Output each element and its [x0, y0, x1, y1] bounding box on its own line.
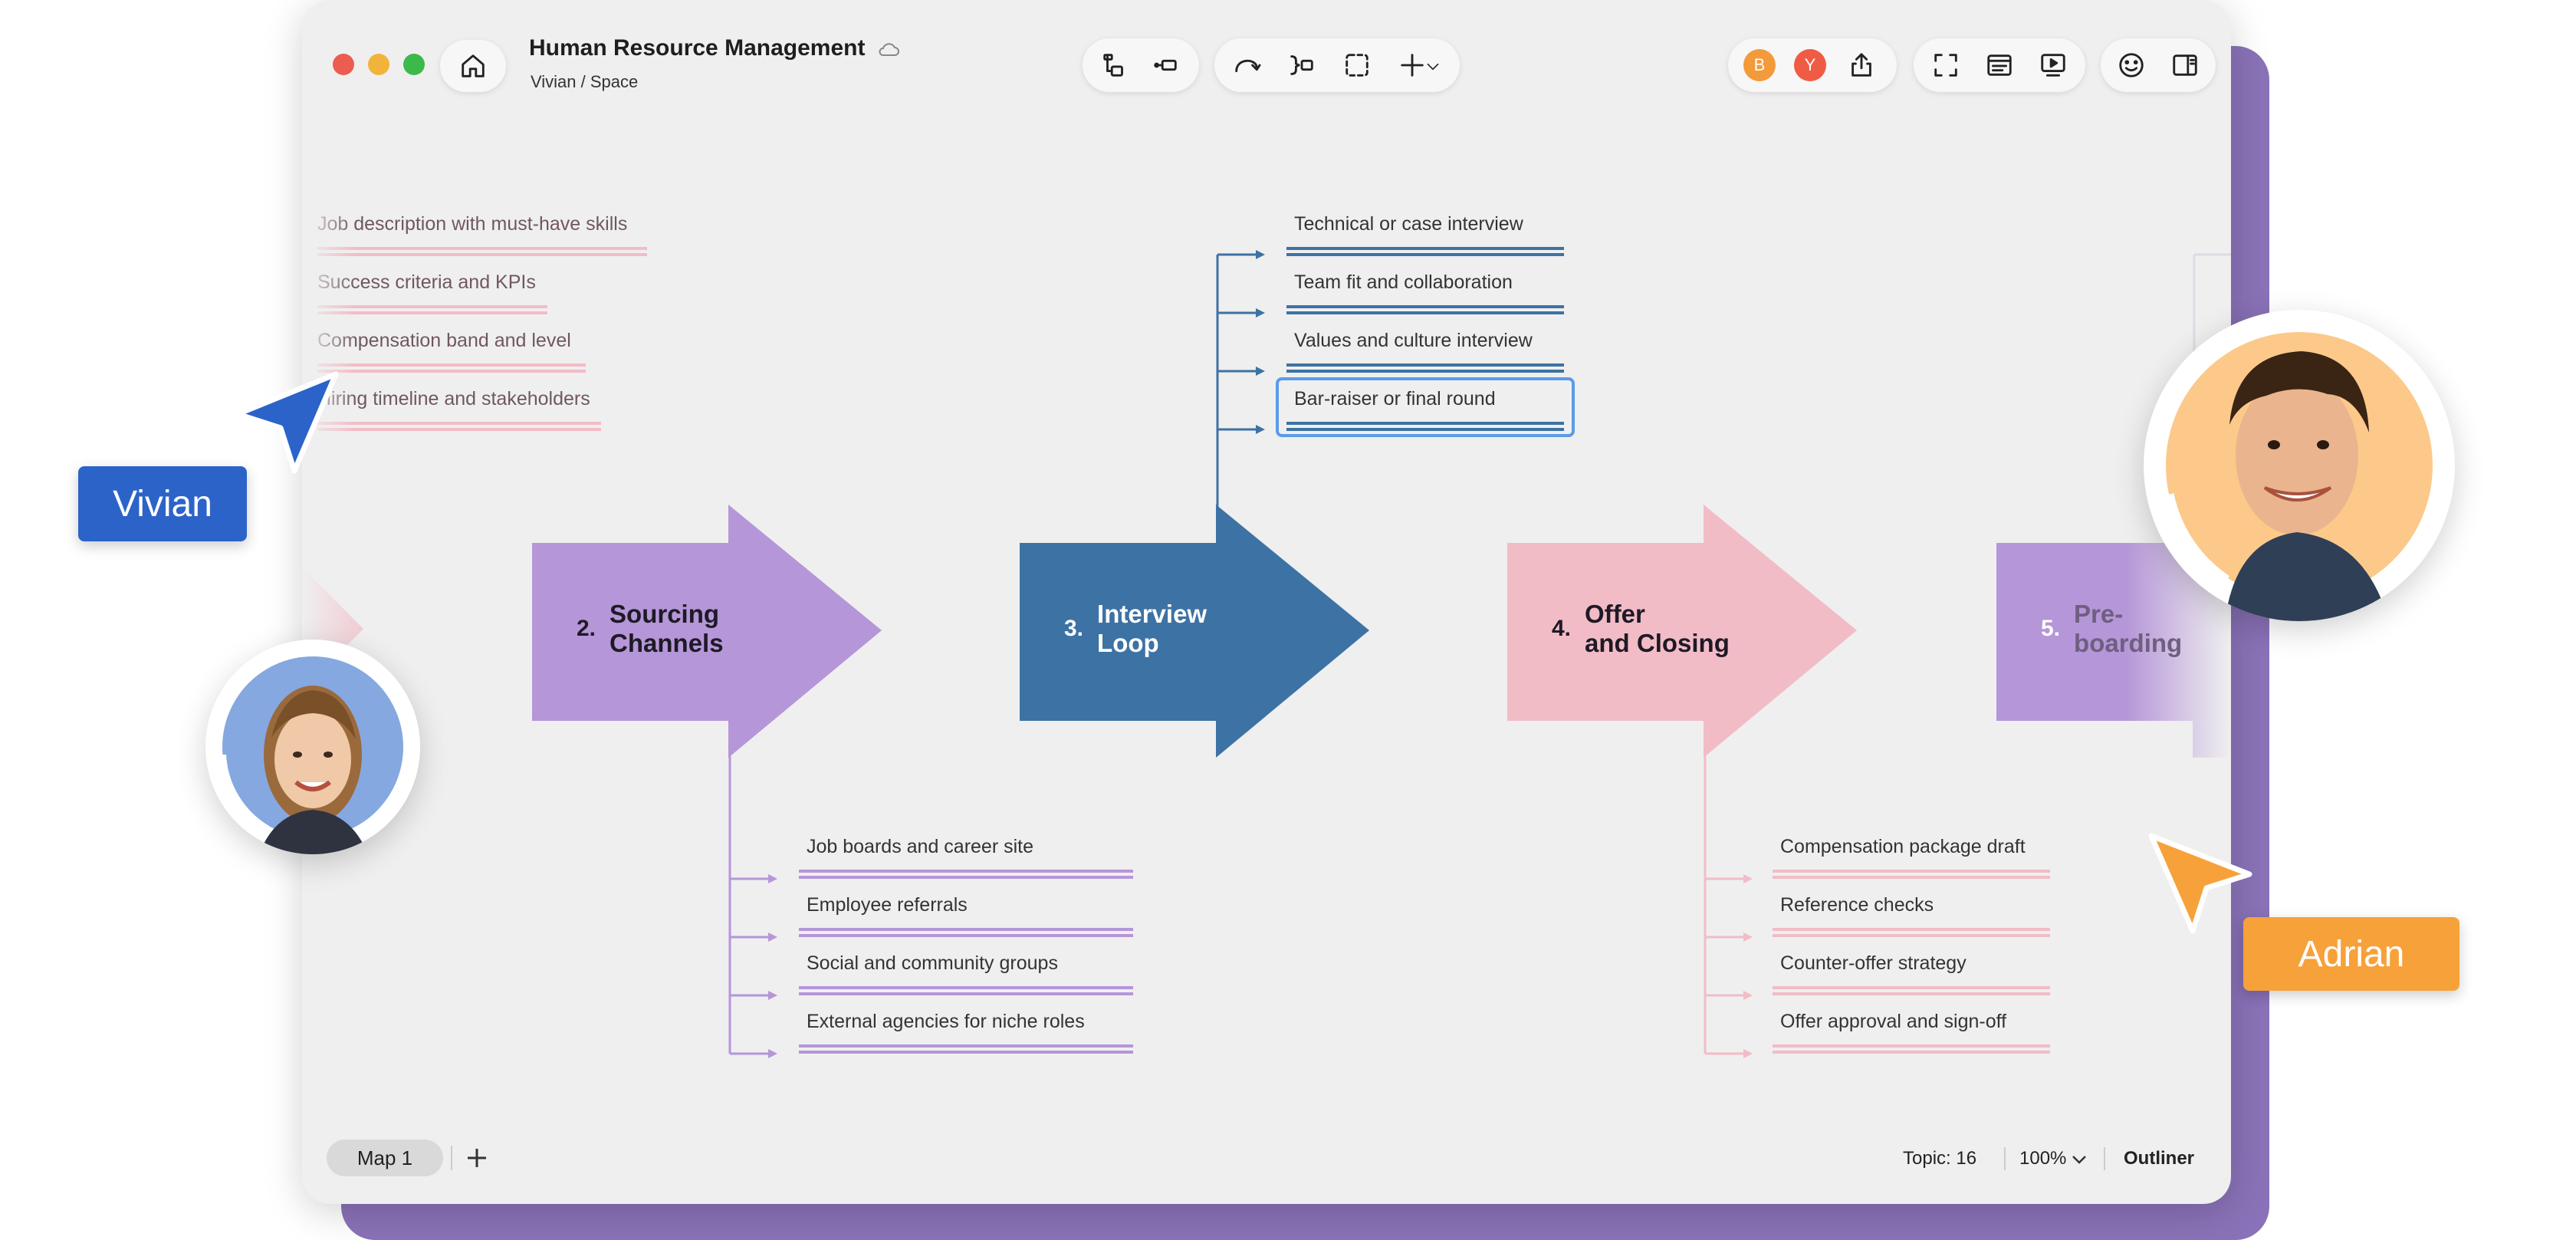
outliner-button[interactable]: Outliner — [2124, 1148, 2194, 1169]
stage-title-line: Interview — [1097, 600, 1208, 628]
topic-underline — [1773, 1051, 2050, 1054]
status-divider — [2104, 1147, 2105, 1170]
topic-underline — [1773, 876, 2050, 879]
topic-underline — [799, 1044, 1133, 1048]
stage-number: 2. — [577, 616, 596, 641]
stage-number: 4. — [1552, 616, 1572, 641]
topic-node[interactable]: Offer approval and sign-off — [1780, 1011, 2006, 1033]
topic-underline — [799, 992, 1133, 995]
stage-3-label[interactable]: 3. Interview Loop — [1064, 600, 1207, 658]
stage-title-line: boarding — [2074, 629, 2183, 657]
tab-divider — [451, 1146, 452, 1170]
topic-underline — [799, 870, 1133, 873]
topic-underline — [799, 986, 1133, 989]
sheet-tab[interactable]: Map 1 — [327, 1140, 443, 1176]
vivian-cursor — [235, 371, 339, 474]
adrian-cursor — [2148, 833, 2252, 934]
stage-title-line: Pre- — [2074, 600, 2124, 628]
adrian-name-tag: Adrian — [2243, 917, 2459, 991]
topic-underline — [799, 1051, 1133, 1054]
topic-node[interactable]: External agencies for niche roles — [807, 1011, 1085, 1033]
topic-underline — [799, 876, 1133, 879]
topic-node[interactable]: Counter-offer strategy — [1780, 952, 1967, 975]
add-sheet-icon[interactable] — [463, 1144, 491, 1176]
topic-underline — [1773, 928, 2050, 931]
topic-underline — [1286, 305, 1564, 308]
app-window: Human Resource Management Vivian / Space — [302, 0, 2231, 1204]
topic-count: Topic: 16 — [1903, 1148, 1977, 1169]
vivian-avatar — [205, 640, 420, 854]
sheet-tab-label: Map 1 — [356, 1146, 413, 1169]
sourcing-branch-lines — [728, 755, 773, 1055]
chevron-down-icon[interactable] — [2070, 1150, 2088, 1173]
topic-underline — [1773, 1044, 2050, 1048]
topic-node[interactable]: Employee referrals — [807, 894, 968, 916]
topic-underline — [1286, 422, 1564, 425]
topic-node[interactable]: Social and community groups — [807, 952, 1058, 975]
zoom-level[interactable]: 100% — [2019, 1148, 2066, 1169]
topic-underline — [1286, 428, 1564, 431]
topic-node-selected[interactable]: Bar-raiser or final round — [1294, 388, 1496, 410]
topic-node[interactable]: Values and culture interview — [1294, 330, 1533, 352]
topic-underline — [1286, 311, 1564, 314]
topic-underline — [799, 928, 1133, 931]
vivian-name-tag: Vivian — [78, 466, 247, 541]
topic-underline — [1286, 370, 1564, 373]
topic-node[interactable]: Team fit and collaboration — [1294, 271, 1513, 294]
stage-title-line: and Closing — [1585, 629, 1730, 657]
stage-title-line: Sourcing — [610, 600, 720, 628]
topic-underline — [1773, 934, 2050, 937]
topic-underline — [799, 934, 1133, 937]
topic-underline — [1773, 986, 2050, 989]
topic-underline — [1286, 253, 1564, 256]
stage-number: 5. — [2041, 616, 2061, 641]
topic-underline — [1773, 870, 2050, 873]
stage-title-line: Offer — [1585, 600, 1645, 628]
topic-node[interactable]: Compensation package draft — [1780, 836, 2026, 858]
stage-5-label[interactable]: 5. Pre-boarding — [2041, 600, 2182, 658]
offer-branch-lines — [1704, 755, 1748, 1055]
topic-node[interactable]: Job boards and career site — [807, 836, 1033, 858]
stage-2-label[interactable]: 2. Sourcing Channels — [577, 600, 724, 658]
topic-node[interactable]: Technical or case interview — [1294, 213, 1523, 235]
topic-underline — [1773, 992, 2050, 995]
topic-node[interactable]: Reference checks — [1780, 894, 1934, 916]
stage-title-line: Loop — [1097, 629, 1159, 657]
adrian-avatar — [2144, 310, 2455, 621]
stage-number: 3. — [1064, 616, 1084, 641]
stage-4-label[interactable]: 4. Offer and Closing — [1552, 600, 1730, 658]
topic-underline — [1286, 247, 1564, 250]
topic-underline — [1286, 363, 1564, 367]
stage-title-line: Channels — [610, 629, 724, 657]
status-divider — [2004, 1147, 2006, 1170]
interview-branch-lines — [1216, 253, 1260, 508]
